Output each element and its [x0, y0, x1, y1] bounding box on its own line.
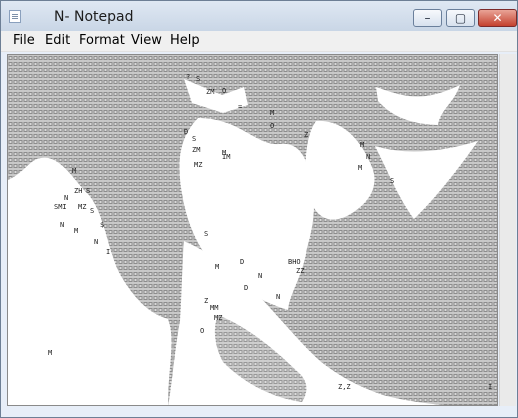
- art-fragment-38: N: [276, 293, 280, 301]
- menu-view[interactable]: View: [131, 33, 162, 48]
- title-bar[interactable]: N- Notepad – ▢ ✕: [1, 1, 517, 31]
- art-fragment-28: M: [74, 227, 78, 235]
- menu-file[interactable]: File: [13, 33, 35, 48]
- art-fragment-40: MM: [210, 304, 218, 312]
- art-fragment-16: N: [366, 153, 370, 161]
- window-title: N- Notepad: [54, 9, 134, 25]
- art-fragment-37: D: [244, 284, 248, 292]
- art-fragment-9: ZM: [192, 146, 200, 154]
- art-fragment-5: =: [238, 103, 242, 111]
- art-fragment-4: O: [222, 87, 226, 95]
- art-fragment-31: D: [240, 258, 244, 266]
- vertical-scrollbar[interactable]: [499, 54, 516, 406]
- close-button[interactable]: ✕: [478, 9, 517, 27]
- art-fragment-3: ZM: [206, 88, 214, 96]
- ascii-art-canvas: ? S ZM O = M D S ZM M Z IM MZ O M N M S …: [8, 55, 497, 405]
- art-fragment-6: M: [270, 109, 274, 117]
- menu-help[interactable]: Help: [170, 33, 200, 48]
- art-fragment-43: M: [48, 349, 52, 357]
- art-fragment-26: SMI: [54, 203, 67, 211]
- art-fragment-27: N: [60, 221, 64, 229]
- art-fragment-11: Z: [304, 131, 308, 139]
- notepad-icon: [9, 10, 21, 23]
- menu-format[interactable]: Format: [79, 33, 125, 48]
- art-fragment-23: MZ: [78, 203, 86, 211]
- art-fragment-12: IM: [222, 153, 230, 161]
- minimize-button[interactable]: –: [413, 9, 442, 27]
- art-fragment-1: ?: [186, 73, 190, 81]
- notepad-window: N- Notepad – ▢ ✕ File Edit Format View H…: [0, 0, 518, 418]
- art-fragment-41: MZ: [214, 314, 222, 322]
- art-fragment-42: O: [200, 327, 204, 335]
- art-fragment-34: N: [258, 272, 262, 280]
- text-editor-area[interactable]: ? S ZM O = M D S ZM M Z IM MZ O M N M S …: [7, 54, 498, 406]
- art-fragment-30: I: [106, 248, 110, 256]
- menu-edit[interactable]: Edit: [45, 33, 70, 48]
- art-fragment-13: MZ: [194, 161, 202, 169]
- art-fragment-39: Z: [204, 297, 208, 305]
- menu-bar: File Edit Format View Help: [1, 31, 517, 52]
- art-fragment-7: D: [184, 128, 188, 136]
- art-fragment-32: S: [204, 230, 208, 238]
- art-fragment-33: M: [215, 263, 219, 271]
- art-fragment-8: S: [192, 135, 196, 143]
- art-fragment-17: M: [358, 164, 362, 172]
- art-fragment-18: S: [390, 177, 394, 185]
- art-fragment-36: BHO: [288, 258, 301, 266]
- art-fragment-20: ZH: [74, 187, 82, 195]
- art-fragment-22: N: [64, 194, 68, 202]
- art-fragment-44: Z,Z: [338, 383, 351, 391]
- art-fragment-21: S: [86, 187, 90, 195]
- art-fragment-29: N: [94, 238, 98, 246]
- art-fragment-35: ZZ: [296, 267, 304, 275]
- art-fragment-14: O: [270, 122, 274, 130]
- art-fragment-25: $: [100, 221, 104, 229]
- art-fragment-19: M: [72, 167, 76, 175]
- art-fragment-2: S: [196, 75, 200, 83]
- maximize-button[interactable]: ▢: [446, 9, 475, 27]
- window-bottom-frame: [1, 407, 517, 417]
- art-fragment-15: M: [360, 141, 364, 149]
- art-fragment-45: I: [488, 383, 492, 391]
- art-fragment-24: S: [90, 207, 94, 215]
